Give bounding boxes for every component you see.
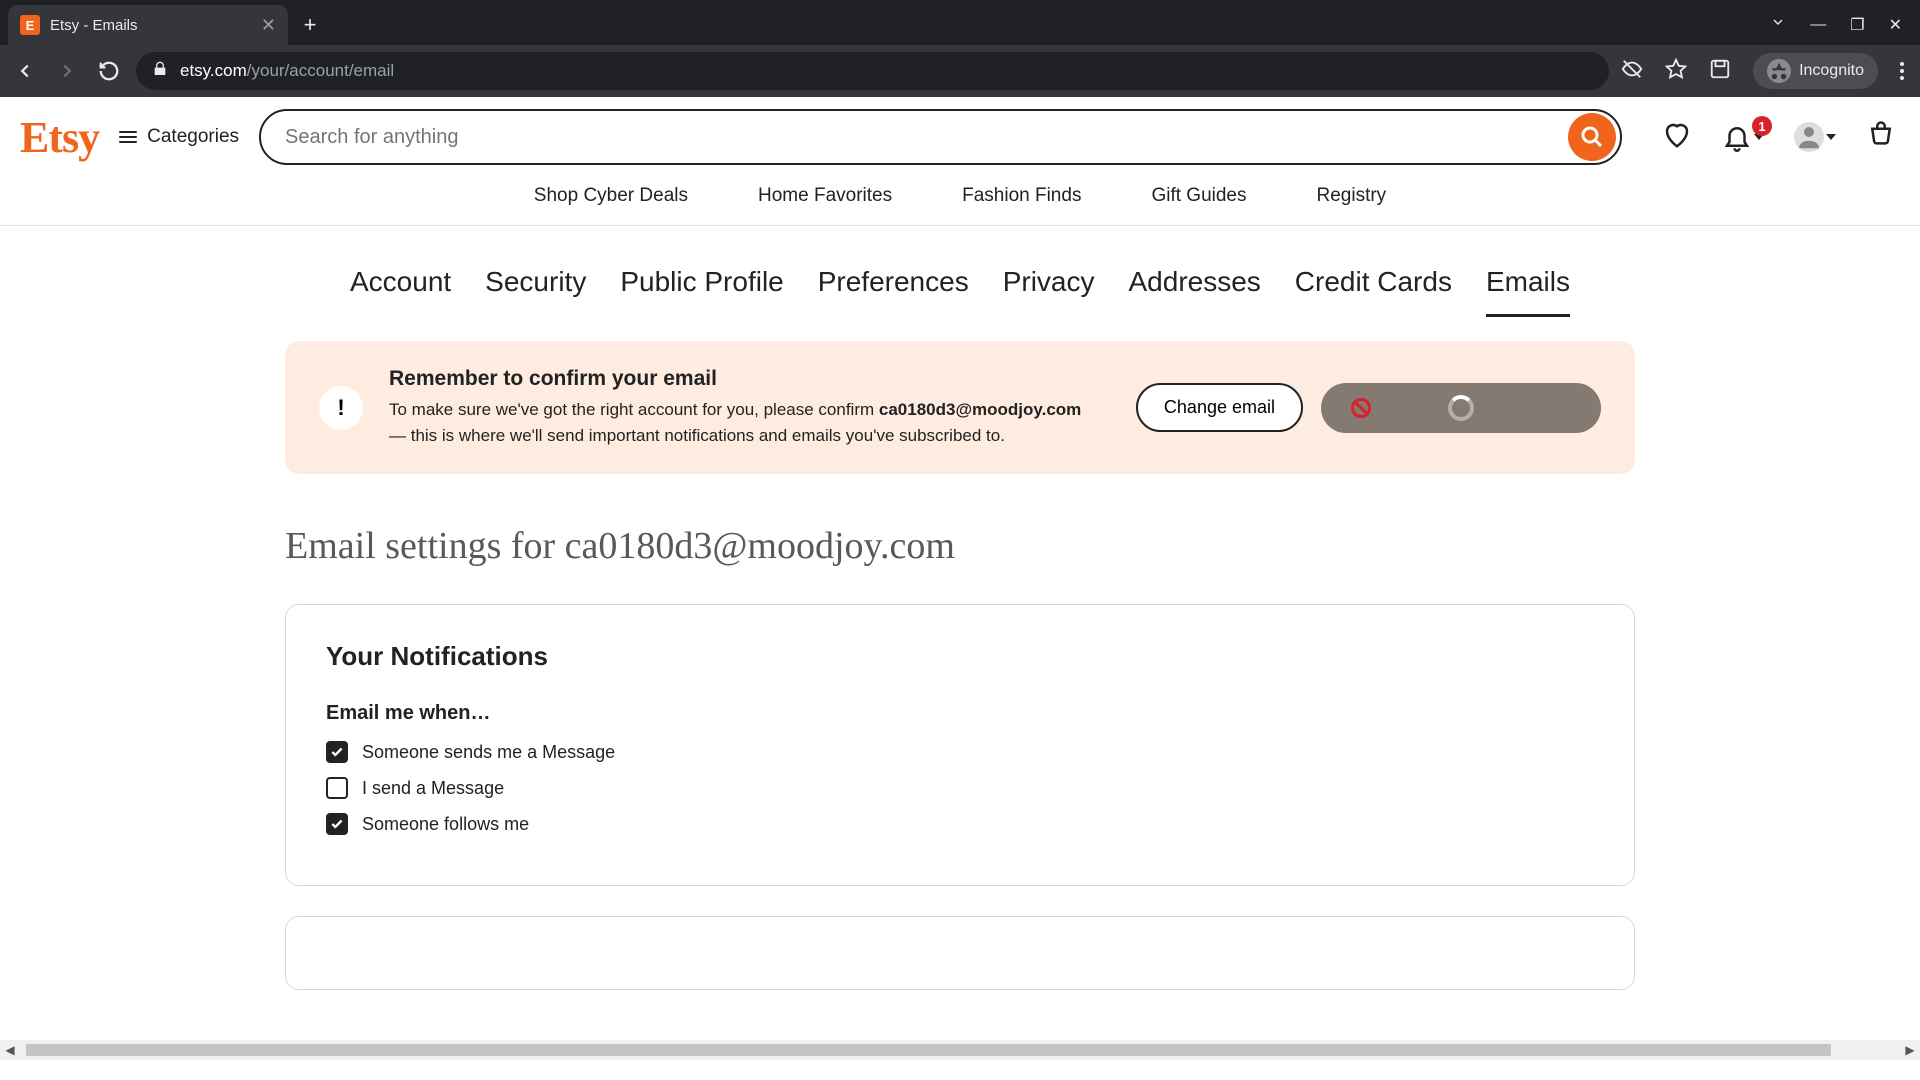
site-header: Etsy Categories 1 — [0, 97, 1920, 177]
url-text: etsy.com/your/account/email — [180, 61, 394, 81]
browser-chrome: E Etsy - Emails ✕ + — ❐ ✕ — [0, 0, 1920, 97]
checkbox[interactable] — [326, 741, 348, 763]
browser-tab[interactable]: E Etsy - Emails ✕ — [8, 5, 288, 45]
tab-emails[interactable]: Emails — [1486, 266, 1570, 317]
window-close-icon[interactable]: ✕ — [1889, 15, 1902, 35]
hamburger-icon — [119, 131, 137, 143]
horizontal-scrollbar[interactable]: ◀ ▶ — [0, 1040, 1920, 1060]
tab-account[interactable]: Account — [350, 266, 451, 317]
search-input[interactable] — [285, 126, 1568, 149]
subnav-link[interactable]: Fashion Finds — [962, 185, 1081, 207]
checkbox[interactable] — [326, 777, 348, 799]
forward-button[interactable] — [52, 56, 82, 86]
bell-icon — [1722, 122, 1752, 152]
alert-body: To make sure we've got the right account… — [389, 397, 1089, 448]
change-email-button[interactable]: Change email — [1136, 383, 1303, 432]
checkbox[interactable] — [326, 813, 348, 835]
search-button[interactable] — [1568, 113, 1616, 161]
profile-menu-button[interactable] — [1794, 122, 1836, 152]
incognito-badge[interactable]: Incognito — [1753, 53, 1878, 89]
account-tabs: Account Security Public Profile Preferen… — [0, 226, 1920, 317]
notifications-button[interactable]: 1 — [1722, 122, 1764, 152]
confirm-email-button[interactable] — [1321, 383, 1601, 433]
search-bar[interactable] — [259, 109, 1622, 165]
tab-favicon: E — [20, 15, 40, 35]
cart-icon[interactable] — [1866, 120, 1896, 155]
back-button[interactable] — [10, 56, 40, 86]
checkbox-row[interactable]: Someone sends me a Message — [326, 741, 1594, 763]
checkbox-row[interactable]: I send a Message — [326, 777, 1594, 799]
check-icon — [330, 745, 344, 759]
categories-label: Categories — [147, 126, 239, 148]
tab-credit-cards[interactable]: Credit Cards — [1295, 266, 1452, 317]
tab-privacy[interactable]: Privacy — [1003, 266, 1095, 317]
tab-title: Etsy - Emails — [50, 17, 251, 34]
window-minimize-icon[interactable]: — — [1810, 16, 1826, 34]
tracking-blocked-icon[interactable] — [1621, 58, 1643, 85]
categories-button[interactable]: Categories — [119, 126, 239, 148]
card-title: Your Notifications — [326, 641, 1594, 672]
site-subnav: Shop Cyber Deals Home Favorites Fashion … — [0, 177, 1920, 226]
reload-button[interactable] — [94, 56, 124, 86]
tab-addresses[interactable]: Addresses — [1129, 266, 1261, 317]
search-icon — [1580, 125, 1604, 149]
subnav-link[interactable]: Shop Cyber Deals — [534, 185, 688, 207]
window-controls: — ❐ ✕ — [1770, 14, 1920, 45]
subnav-link[interactable]: Registry — [1317, 185, 1387, 207]
next-card — [285, 916, 1635, 990]
new-tab-button[interactable]: + — [294, 9, 326, 41]
tab-preferences[interactable]: Preferences — [818, 266, 969, 317]
loading-spinner-icon — [1448, 395, 1474, 421]
notifications-card: Your Notifications Email me when… Someon… — [285, 604, 1635, 886]
email-settings-heading: Email settings for ca0180d3@moodjoy.com — [285, 524, 1635, 568]
tabs-dropdown-icon[interactable] — [1770, 14, 1786, 35]
notifications-badge: 1 — [1752, 116, 1772, 136]
scrollbar-track[interactable] — [20, 1043, 1900, 1057]
page-viewport: Etsy Categories 1 — [0, 97, 1920, 1060]
subnav-link[interactable]: Gift Guides — [1151, 185, 1246, 207]
alert-warning-icon: ! — [319, 386, 363, 430]
etsy-logo[interactable]: Etsy — [20, 112, 99, 163]
checkbox-label: Someone sends me a Message — [362, 742, 615, 763]
profile-avatar-icon — [1794, 122, 1824, 152]
install-app-icon[interactable] — [1709, 58, 1731, 85]
confirm-email-alert: ! Remember to confirm your email To make… — [285, 341, 1635, 474]
favorites-icon[interactable] — [1662, 120, 1692, 155]
check-icon — [330, 817, 344, 831]
tab-close-icon[interactable]: ✕ — [261, 15, 276, 36]
lock-icon — [152, 61, 168, 82]
tab-security[interactable]: Security — [485, 266, 586, 317]
address-bar: etsy.com/your/account/email Incognito — [0, 45, 1920, 97]
checkbox-label: I send a Message — [362, 778, 504, 799]
scrollbar-thumb[interactable] — [26, 1044, 1831, 1056]
not-allowed-icon — [1351, 398, 1371, 418]
browser-menu-icon[interactable] — [1900, 62, 1904, 80]
incognito-label: Incognito — [1799, 62, 1864, 80]
incognito-icon — [1767, 59, 1791, 83]
titlebar: E Etsy - Emails ✕ + — ❐ ✕ — [0, 0, 1920, 45]
scroll-left-icon[interactable]: ◀ — [0, 1043, 20, 1057]
checkbox-label: Someone follows me — [362, 814, 529, 835]
url-field[interactable]: etsy.com/your/account/email — [136, 52, 1609, 90]
checkbox-row[interactable]: Someone follows me — [326, 813, 1594, 835]
bookmark-star-icon[interactable] — [1665, 58, 1687, 85]
notifications-subhead: Email me when… — [326, 702, 1594, 725]
alert-title: Remember to confirm your email — [389, 367, 1110, 391]
subnav-link[interactable]: Home Favorites — [758, 185, 892, 207]
scroll-right-icon[interactable]: ▶ — [1900, 1043, 1920, 1057]
tab-public-profile[interactable]: Public Profile — [620, 266, 783, 317]
caret-down-icon — [1826, 134, 1836, 140]
window-maximize-icon[interactable]: ❐ — [1850, 15, 1864, 35]
